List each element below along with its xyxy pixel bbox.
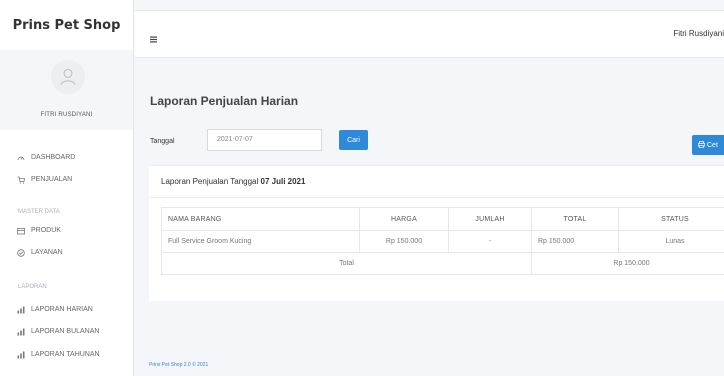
column-header-status[interactable]: STATUS [618, 207, 724, 231]
column-header-nama-barang[interactable]: NAMA BARANG [161, 207, 360, 231]
sidebar-item-label: PRODUK [31, 227, 61, 234]
cell-status: Lunas [618, 230, 724, 253]
cell-jumlah: - [448, 230, 532, 253]
sidebar-item-label: LAPORAN HARIAN [31, 306, 93, 313]
hamburger-icon[interactable] [150, 30, 157, 48]
sidebar-item-label: DASHBOARD [31, 154, 76, 161]
sidebar-item-laporan-tahunan[interactable]: LAPORAN TAHUNAN [16, 350, 100, 359]
report-card: Laporan Penjualan Tanggal 07 Juli 2021 N… [149, 165, 724, 301]
user-profile: FITRI RUSDIYANI [0, 50, 133, 130]
box-icon [16, 226, 25, 235]
column-header-total[interactable]: TOTAL [531, 207, 619, 231]
report-title: Laporan Penjualan Tanggal 07 Juli 2021 [161, 177, 305, 186]
report-title-prefix: Laporan Penjualan Tanggal [161, 177, 259, 186]
profile-name: FITRI RUSDIYANI [40, 112, 93, 118]
sidebar-item-label: LAPORAN BULANAN [31, 328, 100, 335]
table-row: Full Service Groom Kucing Rp 150.000 - R… [161, 230, 724, 253]
printer-icon [697, 140, 706, 150]
print-button-label: Cet [707, 141, 718, 149]
sidebar-item-penjualan[interactable]: PENJUALAN [16, 175, 72, 184]
dashboard-icon [16, 153, 25, 162]
laporan-heading: LAPORAN [18, 284, 47, 290]
sidebar-item-laporan-bulanan[interactable]: LAPORAN BULANAN [16, 327, 99, 336]
user-menu[interactable]: Fitri Rusdiyani [673, 29, 724, 38]
sidebar-item-label: PENJUALAN [31, 176, 73, 183]
chart-icon [16, 305, 25, 314]
user-icon [60, 69, 76, 86]
column-header-harga[interactable]: HARGA [359, 207, 449, 231]
column-header-jumlah[interactable]: JUMLAH [448, 207, 532, 231]
print-button[interactable]: Cet [692, 135, 724, 155]
divider [149, 197, 724, 198]
table-header-row: NAMA BARANG HARGA JUMLAH TOTAL STATUS [161, 207, 724, 231]
sidebar-item-produk[interactable]: PRODUK [16, 226, 61, 235]
date-input[interactable]: 2021-07-07 [207, 129, 322, 151]
chart-icon [16, 327, 25, 336]
sidebar-item-dashboard[interactable]: DASHBOARD [16, 153, 75, 162]
cell-harga: Rp 150.000 [359, 230, 449, 253]
cart-icon [16, 175, 25, 184]
search-button[interactable]: Cari [339, 130, 368, 150]
total-label: Total [161, 252, 532, 275]
cell-nama-barang: Full Service Groom Kucing [161, 230, 360, 253]
total-row: Total Rp 150.000 [161, 252, 724, 275]
sidebar: Prins Pet Shop FITRI RUSDIYANI DASHBOARD… [0, 0, 134, 376]
sidebar-item-laporan-harian[interactable]: LAPORAN HARIAN [16, 305, 93, 314]
total-value: Rp 150.000 [531, 252, 724, 275]
report-table: NAMA BARANG HARGA JUMLAH TOTAL STATUS Fu… [161, 207, 724, 275]
sidebar-item-label: LAYANAN [31, 249, 63, 256]
brand-title[interactable]: Prins Pet Shop [0, 0, 133, 50]
master-data-heading: MASTER DATA [18, 209, 60, 215]
report-title-date: 07 Juli 2021 [260, 177, 306, 186]
topbar: Fitri Rusdiyani [135, 10, 724, 58]
main-content: Fitri Rusdiyani Laporan Penjualan Harian… [135, 0, 724, 376]
chart-icon [16, 350, 25, 359]
page-title: Laporan Penjualan Harian [150, 94, 299, 108]
date-label: Tanggal [150, 138, 175, 145]
avatar [51, 60, 85, 94]
service-icon [16, 248, 25, 257]
cell-total: Rp 150.000 [531, 230, 619, 253]
sidebar-item-label: LAPORAN TAHUNAN [31, 351, 100, 358]
footer-text[interactable]: Prins Pet Shop 2.0 © 2021 [149, 362, 208, 368]
sidebar-item-layanan[interactable]: LAYANAN [16, 248, 63, 257]
